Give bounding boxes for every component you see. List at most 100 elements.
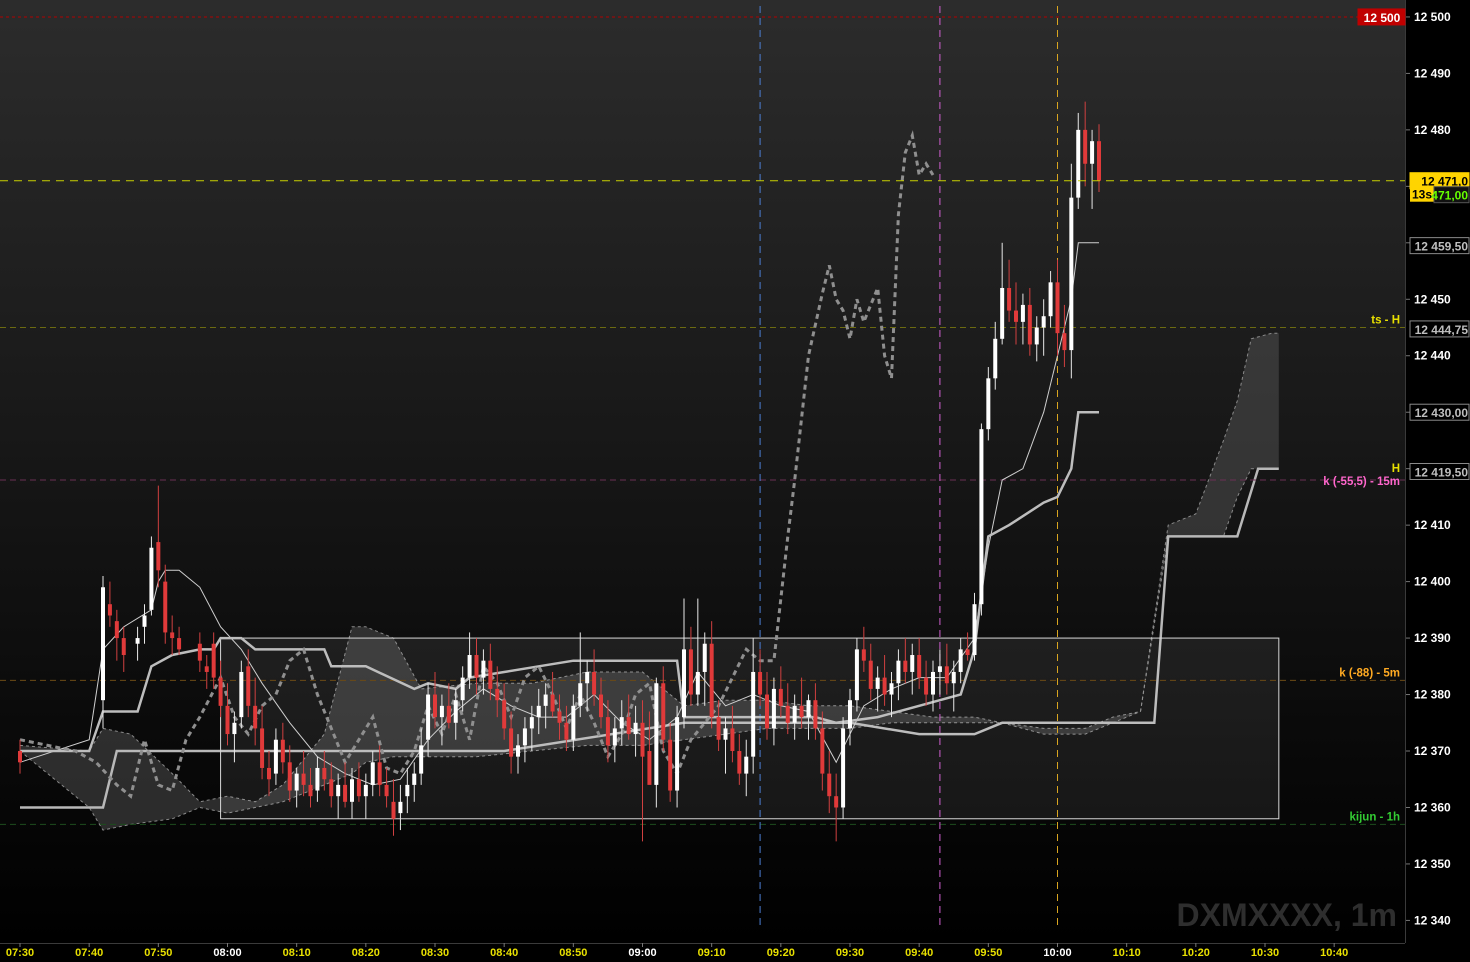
candle-body: [308, 784, 313, 797]
time-tick-label: 10:10: [1113, 947, 1141, 957]
candle-body: [301, 773, 306, 785]
time-tick-label: 09:50: [974, 947, 1002, 957]
candle-body: [446, 705, 451, 723]
time-tick-label: 08:20: [352, 947, 380, 957]
candle-body: [626, 717, 631, 735]
candle-body: [716, 717, 721, 740]
candle-body: [267, 767, 271, 780]
time-tick-label: 09:00: [628, 947, 656, 957]
candle-body: [758, 671, 763, 695]
candle-body: [668, 739, 673, 791]
candle-body: [861, 649, 866, 661]
level-label-1: ts - H: [1371, 315, 1400, 327]
time-tick-label: 07:50: [144, 947, 172, 957]
candle-body: [550, 694, 555, 712]
candle-body: [522, 728, 527, 746]
candle-body: [135, 638, 140, 644]
price-tick-label: 12 360: [1414, 800, 1451, 814]
candle-body: [585, 671, 590, 684]
candle-body: [287, 762, 292, 791]
candle-body: [633, 722, 638, 735]
candle-body: [813, 700, 818, 729]
candle-body: [329, 779, 334, 797]
price-tick-label: 12 480: [1414, 123, 1451, 137]
time-tick-label: 09:10: [698, 947, 726, 957]
time-tick-label: 08:40: [490, 947, 518, 957]
candle-body: [848, 700, 852, 729]
time-tick-label: 08:50: [559, 947, 587, 957]
candle-body: [799, 705, 804, 718]
time-tick-label: 08:10: [283, 947, 311, 957]
candle-body: [1097, 141, 1101, 181]
candle-body: [730, 728, 735, 752]
candle-body: [605, 717, 610, 746]
candle-body: [882, 677, 887, 695]
candle-body: [965, 649, 970, 656]
candle-body: [294, 773, 299, 791]
candle-body: [170, 632, 175, 639]
candle-body: [619, 717, 624, 729]
price-tick-label: 12 400: [1414, 575, 1451, 589]
candle-body: [481, 660, 486, 678]
candle-body: [896, 660, 901, 684]
candle-body: [557, 711, 562, 723]
candle-body: [1076, 129, 1081, 198]
price-chart[interactable]: ts - H k (-55,5) - 15mHk (-88) - 5m kijun …: [0, 0, 1470, 959]
price-tag-4: 12 459,50: [1409, 237, 1470, 255]
candle-body: [723, 728, 728, 740]
candle-body: [232, 722, 237, 735]
candle-body: [1048, 282, 1053, 317]
candle-body: [931, 671, 935, 695]
candle-body: [972, 604, 977, 656]
time-tick-label: 09:20: [767, 947, 795, 957]
candle-body: [439, 705, 444, 718]
price-tick-label: 12 500: [1414, 10, 1451, 24]
candle-body: [460, 677, 465, 701]
candle-106: [841, 717, 846, 819]
candle-body: [474, 655, 479, 678]
candle-body: [211, 643, 216, 678]
candle-body: [937, 666, 942, 672]
time-tick-label: 08:00: [213, 947, 241, 957]
candle-body: [405, 784, 410, 797]
candle-body: [121, 638, 126, 656]
candle-body: [509, 728, 514, 757]
time-tick-label: 10:00: [1043, 947, 1071, 957]
candle-body: [322, 767, 327, 780]
price-tag-6: 12 430,00: [1409, 403, 1470, 421]
candle-body: [315, 767, 320, 791]
candle-body: [709, 643, 714, 718]
candle-body: [536, 705, 541, 718]
candle-body: [1069, 197, 1074, 351]
price-tag-3: 13s 471,00: [1410, 186, 1470, 204]
price-tag-prefix: 13s: [1412, 188, 1432, 202]
candle-body: [419, 745, 424, 774]
candle-body: [543, 694, 548, 706]
time-tick-label: 10:30: [1251, 947, 1279, 957]
candle-body: [917, 655, 922, 678]
candle-body: [391, 801, 396, 819]
chart-window: ts - H k (-55,5) - 15m Hk (-88) - 5m kijun …: [0, 0, 1470, 959]
price-tag-label: 12 444,75: [1415, 323, 1469, 337]
candle-body: [675, 717, 680, 791]
level-label-4: kijun - 1h: [1350, 811, 1400, 823]
candle-body: [204, 666, 209, 672]
candle-body: [246, 666, 251, 706]
price-tick-label: 12 340: [1414, 913, 1451, 927]
candle-body: [1090, 141, 1095, 164]
time-tick-label: 09:30: [836, 947, 864, 957]
candle-body: [944, 666, 949, 684]
candle-body: [516, 745, 520, 757]
candle-body: [661, 683, 666, 740]
candle-body: [958, 649, 963, 672]
price-tick-label: 12 380: [1414, 688, 1451, 702]
candle-body: [647, 751, 652, 785]
candle-body: [142, 615, 147, 627]
candle-body: [453, 700, 458, 723]
price-tick-label: 12 350: [1414, 857, 1451, 871]
candle-body: [751, 671, 756, 757]
candle-126: [979, 423, 984, 616]
candle-body: [875, 677, 880, 689]
candle-body: [702, 643, 707, 672]
candle-8: [149, 536, 154, 616]
